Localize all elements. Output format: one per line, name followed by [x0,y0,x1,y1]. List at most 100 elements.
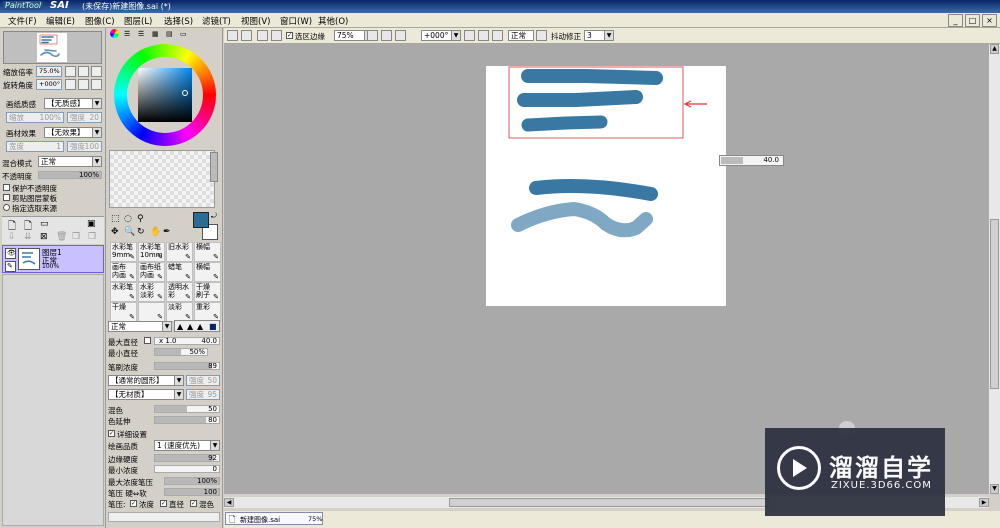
pressure-blend-checkbox[interactable]: ✓ [190,500,197,507]
brush-mode-select[interactable]: 正常 ▼ [108,321,172,332]
menu-other[interactable]: 其他(O) [318,15,348,27]
protect-opacity-checkbox[interactable] [3,184,10,191]
zoom-in-icon[interactable] [381,30,392,41]
effect-width-field[interactable]: 宽度 1 [6,141,64,152]
zoom-tool-icon[interactable]: 🔍 [124,227,135,237]
layer-row[interactable]: 👁 ✎ 图层1 正常 100% [2,245,104,273]
rgb-slider-tab-icon[interactable]: ☰ [124,30,130,38]
zoom-field[interactable]: 75.0% [36,66,62,77]
brush-tool-0-2[interactable]: 旧水彩 ✎ [166,242,193,262]
dilution-slider[interactable]: 80 [154,416,220,424]
rotate-reset-button[interactable] [91,79,102,90]
brush-size-presets[interactable] [108,512,220,522]
rotate-left-button[interactable] [65,79,76,90]
clipping-checkbox[interactable] [3,194,10,201]
effect-strength-field[interactable]: 强度 100 [67,141,102,152]
rotate-right-button[interactable] [78,79,89,90]
palette-tab-icon[interactable]: ▦ [152,30,159,38]
brush-shape-select[interactable]: 【通常的圆形】 ▼ [108,375,184,386]
minimize-button[interactable]: _ [948,14,963,27]
min-size-slider[interactable]: 50% [154,348,208,356]
paper-texture-select[interactable]: 【无质感】 ▼ [44,98,102,109]
brush-shape-buttons[interactable]: ▲ ▲ ▲ ■ [174,320,220,332]
texture-strength-field[interactable]: 强度 20 [67,112,102,123]
vertical-scrollbar[interactable]: ▲ ▼ [989,44,1000,494]
max-size-slider[interactable]: x 1.0 40.0 [154,337,220,345]
brush-tool-3-1[interactable]: ✎ [138,302,165,322]
scroll-left-button[interactable]: ◀ [224,498,234,507]
rect-select-icon[interactable]: ⬚ [111,214,120,224]
magic-wand-icon[interactable]: ⚲ [137,214,144,224]
hand-tool-icon[interactable]: ✋ [150,227,161,237]
zoom-reset-button[interactable] [91,66,102,77]
texture-scale-field[interactable]: 缩放 100% [6,112,64,123]
scroll-down-button[interactable]: ▼ [990,484,999,494]
brush-tip-flat-icon[interactable]: ▲ [197,322,203,331]
pressure-density-checkbox[interactable]: ✓ [130,500,137,507]
rotate-field[interactable]: +000° [36,79,62,90]
zoom-out-button[interactable] [65,66,76,77]
view-mode-select[interactable]: 正常 [508,30,534,41]
brush-lock-icon[interactable]: ✎ [5,261,16,272]
saturation-value-square[interactable] [138,68,192,122]
clear-layer-icon[interactable]: ⊠ [40,232,48,242]
brush-tool-1-0[interactable]: 画布 内画 ✎ [110,262,137,282]
brush-tool-2-0[interactable]: 水彩笔 ✎ [110,282,137,302]
eyedropper-icon[interactable]: ✒ [163,227,171,237]
menu-edit[interactable]: 编辑(E) [46,15,75,27]
color-wheel-tab-icon[interactable] [110,29,119,38]
rotate-reset-icon[interactable] [492,30,503,41]
menu-file[interactable]: 文件(F) [8,15,37,27]
flip-horizontal-icon[interactable] [536,30,547,41]
selection-edge-checkbox[interactable]: ✓ [286,32,293,39]
swatch-palette[interactable] [109,150,215,208]
vertical-scroll-thumb[interactable] [990,219,999,389]
brush-tool-2-3[interactable]: 干燥 刷子 ✎ [194,282,221,302]
pressure-size-checkbox[interactable]: ✓ [160,500,167,507]
brush-tool-0-3[interactable]: 横幅 ✎ [194,242,221,262]
brush-tip-square-icon[interactable]: ■ [209,322,217,331]
zoom-in-button[interactable] [78,66,89,77]
brush-tool-0-0[interactable]: 水彩笔 9mm ✎ [110,242,137,262]
maximize-button[interactable]: □ [965,14,980,27]
menu-layer[interactable]: 图层(L) [124,15,152,27]
scratchpad-tab-icon[interactable]: ▭ [180,30,187,38]
blend-mode-select[interactable]: 正常 ▼ [38,156,102,167]
brush-tip-soft-icon[interactable]: ▲ [187,322,193,331]
navigator-preview[interactable] [3,31,102,64]
brush-tool-1-2[interactable]: 蜡笔 ✎ [166,262,193,282]
transfer-down-icon[interactable]: ⇩ [8,232,16,242]
brush-tool-2-1[interactable]: 水彩 淡彩 ✎ [138,282,165,302]
opacity-slider[interactable]: 100% [38,171,102,179]
brush-tool-0-1[interactable]: 水彩笔 10mm ✎ [138,242,165,262]
pressure-slider[interactable]: 100 [164,488,220,496]
eye-icon[interactable]: 👁 [5,248,16,259]
density-slider[interactable]: 89 [154,362,220,370]
brush-tool-2-2[interactable]: 透明水彩 ✎ [166,282,193,302]
selection-source-radio[interactable] [3,204,10,211]
rotate-ccw-icon[interactable] [464,30,475,41]
quality-select[interactable]: 1 (速度优先) ▼ [154,440,220,451]
scroll-right-button[interactable]: ▶ [979,498,989,507]
primary-color-swatch[interactable] [193,212,209,228]
zoom-fit-icon[interactable] [395,30,406,41]
swap-colors-icon[interactable]: ⤾ [211,212,217,221]
lasso-icon[interactable]: ◌ [124,214,132,224]
deselect-icon[interactable] [257,30,268,41]
rotation-select[interactable]: +000° ▼ [421,30,461,41]
swatch-tab-icon[interactable]: ▤ [166,30,173,38]
scroll-up-button[interactable]: ▲ [990,44,999,54]
detail-settings-checkbox[interactable]: ✓ [108,430,115,437]
rotate-tool-icon[interactable]: ↻ [137,227,145,237]
horizontal-scroll-thumb[interactable] [449,498,769,507]
hsv-slider-tab-icon[interactable]: ☰ [138,30,144,38]
zoom-out-icon[interactable] [367,30,378,41]
color-picker-marker[interactable] [182,90,188,96]
color-wheel[interactable] [114,44,216,146]
delete-layer-icon[interactable]: 🗑 [56,232,67,242]
shape-strength-field[interactable]: 强度 50 [186,375,220,386]
close-button[interactable]: × [982,14,997,27]
menu-view[interactable]: 视图(V) [241,15,270,27]
paper-effect-select[interactable]: 【无效果】 ▼ [44,127,102,138]
brush-tip-round-icon[interactable]: ▲ [177,322,183,331]
